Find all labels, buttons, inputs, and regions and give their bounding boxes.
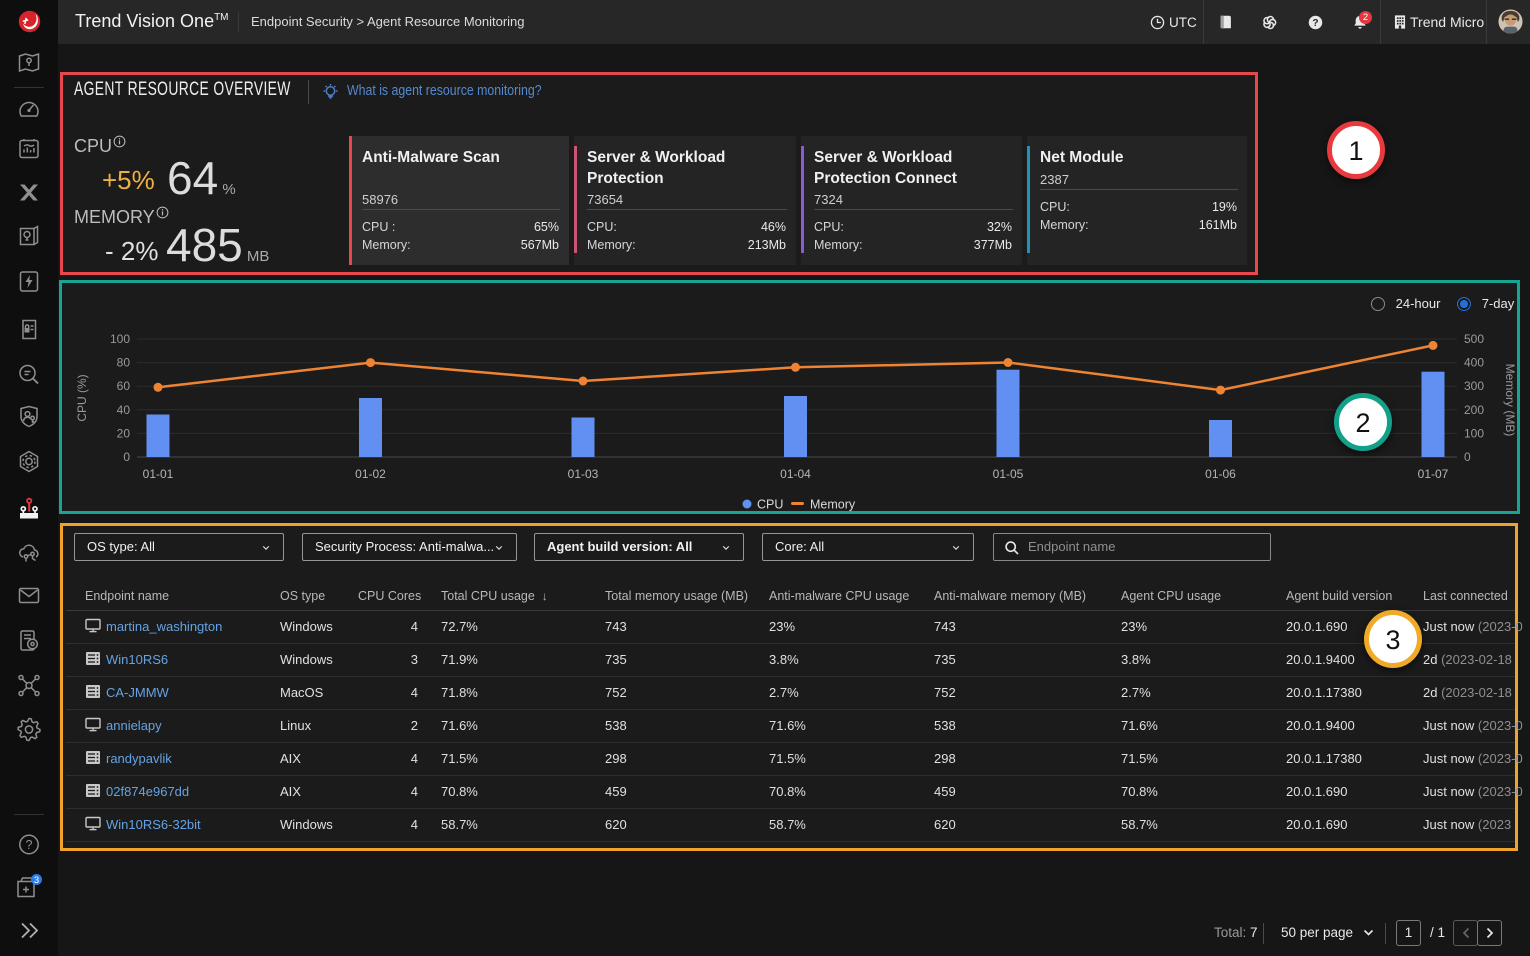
svg-text:01-02: 01-02	[355, 467, 386, 481]
svg-text:Memory: Memory	[810, 498, 856, 512]
svg-text:CPU (%): CPU (%)	[75, 374, 89, 421]
svg-text:500: 500	[1464, 332, 1484, 346]
svg-text:400: 400	[1464, 356, 1484, 370]
svg-text:200: 200	[1464, 403, 1484, 417]
svg-text:01-06: 01-06	[1205, 467, 1236, 481]
svg-text:60: 60	[117, 379, 131, 393]
svg-text:40: 40	[117, 403, 131, 417]
svg-text:0: 0	[1464, 450, 1471, 464]
svg-text:01-04: 01-04	[780, 467, 811, 481]
svg-text:20: 20	[117, 426, 131, 440]
svg-text:3: 3	[34, 875, 39, 886]
svg-text:01-03: 01-03	[568, 467, 599, 481]
svg-text:300: 300	[1464, 379, 1484, 393]
svg-text:80: 80	[117, 356, 131, 370]
svg-text:CPU: CPU	[757, 498, 783, 512]
svg-text:0: 0	[123, 450, 130, 464]
svg-text:100: 100	[1464, 426, 1484, 440]
svg-text:01-05: 01-05	[993, 467, 1024, 481]
svg-text:?: ?	[26, 838, 33, 852]
svg-text:?: ?	[1312, 18, 1318, 29]
svg-text:01-01: 01-01	[143, 467, 174, 481]
svg-text:Memory (MB): Memory (MB)	[1503, 364, 1517, 437]
svg-text:100: 100	[110, 332, 130, 346]
svg-text:01-07: 01-07	[1418, 467, 1449, 481]
